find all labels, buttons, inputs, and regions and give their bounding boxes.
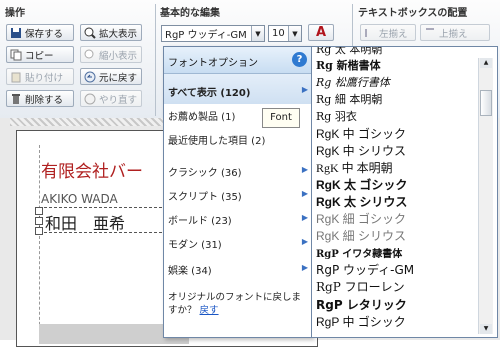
chevron-right-icon: ▶: [301, 165, 308, 174]
trash-icon: [10, 93, 22, 105]
align-top-icon: [424, 27, 436, 39]
category-classic[interactable]: クラシック (36) ▶: [168, 164, 308, 179]
delete-button[interactable]: 削除する: [6, 90, 74, 107]
font-list-item[interactable]: RgK 細 シリウス: [316, 227, 406, 244]
undo-button[interactable]: 元に戻す: [80, 68, 142, 85]
chevron-right-icon: ▶: [301, 213, 308, 222]
chevron-right-icon: ▶: [301, 189, 308, 198]
restore-font-text: オリジナルのフォントに戻しますか？ 戻す: [168, 292, 302, 316]
zoom-out-icon: [84, 49, 96, 61]
category-recent[interactable]: 最近使用した項目 (2): [168, 132, 308, 147]
font-options-panel: フォントオプション ? すべて表示 (120) ▶ お薦め製品 (1) Font …: [163, 46, 313, 338]
help-icon[interactable]: ?: [292, 52, 307, 67]
undo-icon: [84, 71, 96, 83]
font-list-item[interactable]: RgK 太 シリウス: [316, 193, 407, 210]
category-entertainment[interactable]: 娯楽 (34) ▶: [168, 262, 308, 277]
font-list-item[interactable]: RgP 中 ゴシック: [316, 313, 406, 330]
name-ja-text[interactable]: 和田 亜希: [45, 210, 125, 234]
zoom-out-button[interactable]: 縮小表示: [80, 46, 142, 63]
group-title-basic-edit: 基本的な編集: [160, 8, 220, 19]
font-tooltip: Font: [262, 108, 300, 128]
chevron-down-icon: ▼: [288, 26, 301, 41]
chevron-right-icon: ▶: [301, 263, 308, 272]
font-size-select[interactable]: 10 ▼: [268, 25, 302, 42]
chevron-down-icon: ▼: [251, 26, 264, 41]
zoom-in-icon: [84, 27, 96, 39]
font-color-button[interactable]: A: [308, 24, 334, 41]
resize-handle[interactable]: [35, 217, 43, 225]
font-list-item[interactable]: RgP イワタ隷書体: [316, 245, 402, 260]
paste-button[interactable]: 貼り付け: [6, 68, 74, 85]
group-title-operations: 操作: [5, 8, 25, 19]
restore-link[interactable]: 戻す: [200, 305, 219, 316]
font-list-item[interactable]: RgK 中 シリウス: [316, 142, 406, 159]
font-list-item[interactable]: Rg 新楷書体: [316, 57, 381, 73]
font-list-item[interactable]: Rg 太 本明朝: [316, 47, 382, 57]
paste-icon: [10, 71, 22, 83]
zoom-in-button[interactable]: 拡大表示: [80, 24, 142, 41]
category-script[interactable]: スクリプト (35) ▶: [168, 188, 308, 203]
save-icon: [10, 27, 22, 39]
chevron-right-icon: ▶: [301, 85, 308, 94]
group-title-textbox-layout: テキストボックスの配置: [358, 8, 468, 19]
chevron-right-icon: ▶: [301, 237, 308, 246]
font-list: Rg 太 本明朝 Rg 新楷書体 Rg 松鷹行書体 Rg 細 本明朝 Rg 羽衣…: [311, 46, 498, 338]
font-options-header: フォントオプション ?: [164, 47, 312, 74]
align-left-icon: [364, 27, 376, 39]
category-all[interactable]: すべて表示 (120) ▶: [168, 84, 308, 99]
font-list-item[interactable]: RgP レタリック: [316, 296, 407, 313]
copy-button[interactable]: コピー: [6, 46, 74, 63]
font-list-item[interactable]: RgP フローレン: [316, 278, 405, 295]
font-list-item[interactable]: Rg 細 本明朝: [316, 91, 382, 107]
font-family-select[interactable]: RgP ウッディ-GM ▼: [161, 25, 265, 42]
scrollbar-thumb[interactable]: [480, 90, 492, 116]
font-list-item[interactable]: RgK 細 ゴシック: [316, 210, 406, 227]
redo-button[interactable]: やり直す: [80, 90, 142, 107]
font-list-item[interactable]: Rg 羽衣: [316, 108, 357, 124]
font-list-scrollbar[interactable]: ▲ ▼: [478, 58, 493, 334]
align-top-button[interactable]: 上揃え: [420, 24, 490, 41]
copy-icon: [10, 49, 22, 61]
font-list-item[interactable]: RgP ウッディ-GM: [316, 261, 414, 278]
company-name-text[interactable]: 有限会社バー: [41, 157, 143, 182]
category-bold[interactable]: ボールド (23) ▶: [168, 212, 308, 227]
name-en-text[interactable]: AKIKO WADA: [41, 192, 118, 206]
redo-icon: [84, 93, 96, 105]
scroll-down-icon[interactable]: ▼: [480, 324, 492, 334]
font-list-item[interactable]: RgK 中 ゴシック: [316, 125, 406, 142]
font-list-item[interactable]: Rg 松鷹行書体: [316, 74, 390, 90]
scroll-up-icon[interactable]: ▲: [480, 58, 492, 68]
resize-handle[interactable]: [35, 227, 43, 235]
resize-handle[interactable]: [35, 207, 43, 215]
category-modern[interactable]: モダン (31) ▶: [168, 236, 308, 251]
save-button[interactable]: 保存する: [6, 24, 74, 41]
font-list-item[interactable]: RgK 中 本明朝: [316, 159, 393, 176]
align-left-button[interactable]: 左揃え: [360, 24, 416, 41]
font-list-item[interactable]: RgK 太 ゴシック: [316, 176, 407, 193]
